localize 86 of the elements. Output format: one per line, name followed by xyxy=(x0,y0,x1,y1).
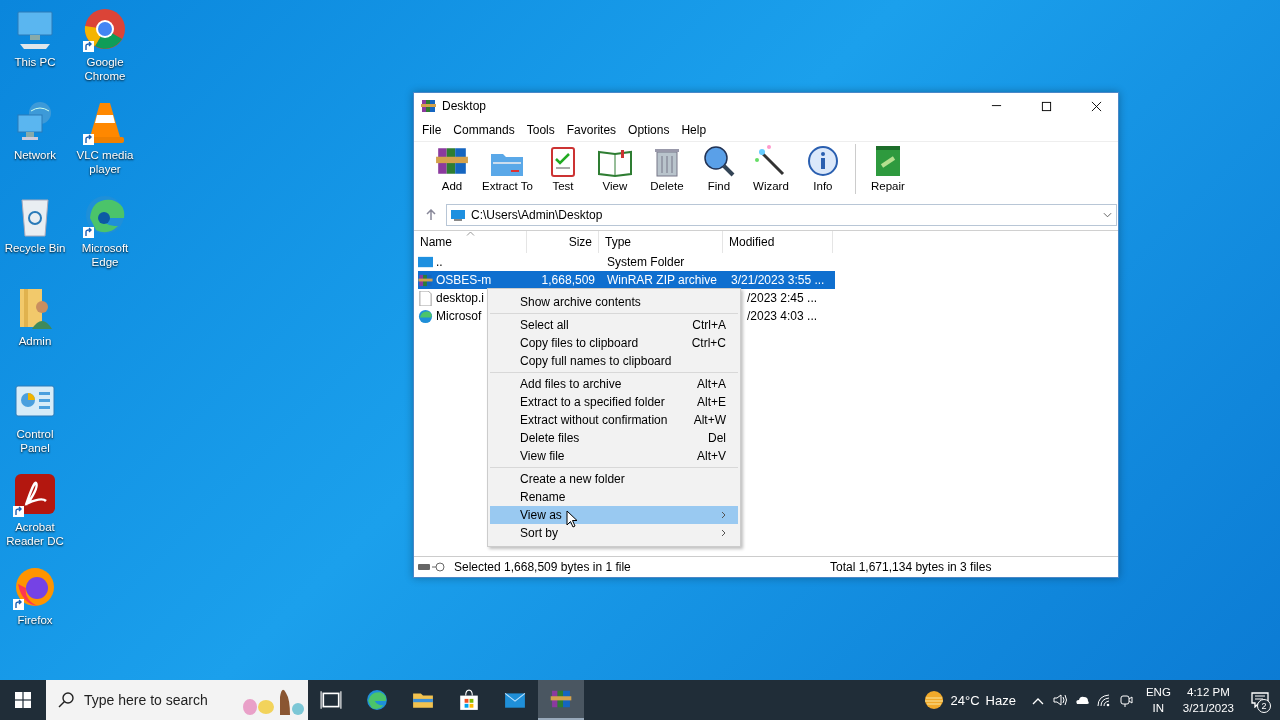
speaker-icon[interactable] xyxy=(1051,692,1068,708)
menu-item[interactable]: Create a new folder xyxy=(490,470,738,488)
search-field[interactable]: Type here to search xyxy=(46,680,308,720)
wave-logo-icon xyxy=(366,689,388,711)
file-name: Microsof xyxy=(436,309,482,323)
toolbar-button[interactable]: Repair xyxy=(861,144,914,192)
menu-item[interactable]: Tools xyxy=(520,123,561,137)
menu-item[interactable]: File xyxy=(416,123,448,137)
menu-item[interactable]: Sort by xyxy=(490,524,738,542)
menu-item[interactable]: Copy full names to clipboard xyxy=(490,352,738,370)
toolbar-button[interactable]: Wizard xyxy=(744,144,797,192)
file-name: desktop.i xyxy=(436,291,485,305)
archive-icon xyxy=(418,272,433,288)
size-cell-text: 1,668,509 xyxy=(540,273,596,287)
type-cell-text: System Folder xyxy=(606,255,686,269)
menu-item[interactable]: View file Alt+V xyxy=(490,447,738,465)
temperature-text: 24°C xyxy=(950,692,980,708)
desktop-icon-label[interactable]: VLC media player xyxy=(71,148,139,176)
menu-item[interactable]: Favorites xyxy=(560,123,623,137)
toolbar-button[interactable]: View xyxy=(588,144,641,192)
menu-item[interactable]: Copy files to clipboard Ctrl+C xyxy=(490,334,738,352)
menu-item[interactable]: Delete files Del xyxy=(490,429,738,447)
menu-item[interactable]: Commands xyxy=(447,123,521,137)
toolbar-button[interactable]: Extract To xyxy=(478,144,537,192)
menu-item[interactable]: Select all Ctrl+A xyxy=(490,316,738,334)
address-field[interactable]: C:\Users\Admin\Desktop xyxy=(446,204,1117,226)
menu-item[interactable]: Extract without confirmation Alt+W xyxy=(490,411,738,429)
menu-item[interactable]: Show archive contents xyxy=(490,293,738,311)
column-header[interactable]: Size xyxy=(527,231,599,253)
column-header[interactable]: Name xyxy=(414,231,527,253)
toolbar-button[interactable]: Find xyxy=(692,144,745,192)
menu-item[interactable]: View as xyxy=(490,506,738,524)
file-name: OSBES-m xyxy=(436,273,492,287)
folder-icon xyxy=(418,254,433,270)
desktop-icon-label[interactable]: Network xyxy=(1,148,69,162)
windows-logo-icon[interactable] xyxy=(15,692,31,708)
menu-item[interactable]: Help xyxy=(675,123,713,137)
column-header[interactable]: Modified xyxy=(723,231,833,253)
clock-time[interactable]: 4:12 PM xyxy=(1187,684,1230,700)
toolbar-button[interactable]: Delete xyxy=(640,144,693,192)
clock-date[interactable]: 3/21/2023 xyxy=(1182,700,1234,716)
toolbar-button[interactable]: Add xyxy=(426,144,478,192)
circle-logo-icon[interactable] xyxy=(82,6,128,52)
file-row[interactable]: OSBES-m 1,668,509 WinRAR ZIP archive 3/21/2023 3:55 ... xyxy=(418,271,835,289)
toolbar-button[interactable]: Info xyxy=(796,144,849,192)
language-text[interactable]: ENG xyxy=(1145,684,1171,700)
message-icon[interactable] xyxy=(1251,692,1269,708)
window-title: Desktop xyxy=(442,99,488,113)
type-cell-text: WinRAR ZIP archive xyxy=(606,273,718,287)
maximize-icon[interactable] xyxy=(1040,100,1052,112)
monitor-icon xyxy=(451,209,465,221)
mouse-pointer-icon xyxy=(566,510,578,528)
document-icon[interactable] xyxy=(12,471,58,517)
menu-item[interactable]: Rename xyxy=(490,488,738,506)
desktop-icon-label[interactable]: Google Chrome xyxy=(71,55,139,83)
wave-logo-icon xyxy=(418,308,433,324)
modified-cell-text: /2023 4:03 ... xyxy=(746,309,819,323)
haze-sun-icon xyxy=(922,690,945,710)
file-name: .. xyxy=(436,255,443,269)
language-text[interactable]: IN xyxy=(1152,700,1165,716)
up-arrow-icon[interactable] xyxy=(426,209,436,221)
task-view-icon xyxy=(320,689,342,711)
weather-text: Haze xyxy=(985,692,1016,708)
menu-item[interactable]: Options xyxy=(622,123,676,137)
wifi-icon[interactable] xyxy=(1095,692,1112,708)
status-text: Selected 1,668,509 bytes in 1 file xyxy=(454,560,632,574)
desktop-icon-label[interactable]: Recycle Bin xyxy=(1,241,69,255)
camera-icon[interactable] xyxy=(1117,692,1134,708)
menu-item[interactable]: Add files to archive Alt+A xyxy=(490,375,738,393)
modified-cell-text: 3/21/2023 3:55 ... xyxy=(730,273,826,287)
books-icon xyxy=(550,688,572,710)
drive-icon xyxy=(418,562,448,572)
close-icon[interactable] xyxy=(1090,100,1102,112)
modified-cell-text: /2023 2:45 ... xyxy=(746,291,819,305)
menu-item[interactable]: Extract to a specified folder Alt+E xyxy=(490,393,738,411)
file-icon xyxy=(418,290,433,306)
notification-count: 2 xyxy=(1257,699,1271,713)
dropdown-caret-icon[interactable] xyxy=(1103,212,1112,218)
status-text: Total 1,671,134 bytes in 3 files xyxy=(830,560,992,574)
column-header[interactable]: Type xyxy=(599,231,723,253)
shopping-bag-icon xyxy=(458,689,480,711)
toolbar-button[interactable]: Test xyxy=(536,144,589,192)
file-row[interactable]: .. System Folder xyxy=(418,253,835,271)
search-icon xyxy=(58,692,74,708)
desktop-icon-label[interactable]: This PC xyxy=(1,55,69,69)
books-icon xyxy=(421,98,436,114)
